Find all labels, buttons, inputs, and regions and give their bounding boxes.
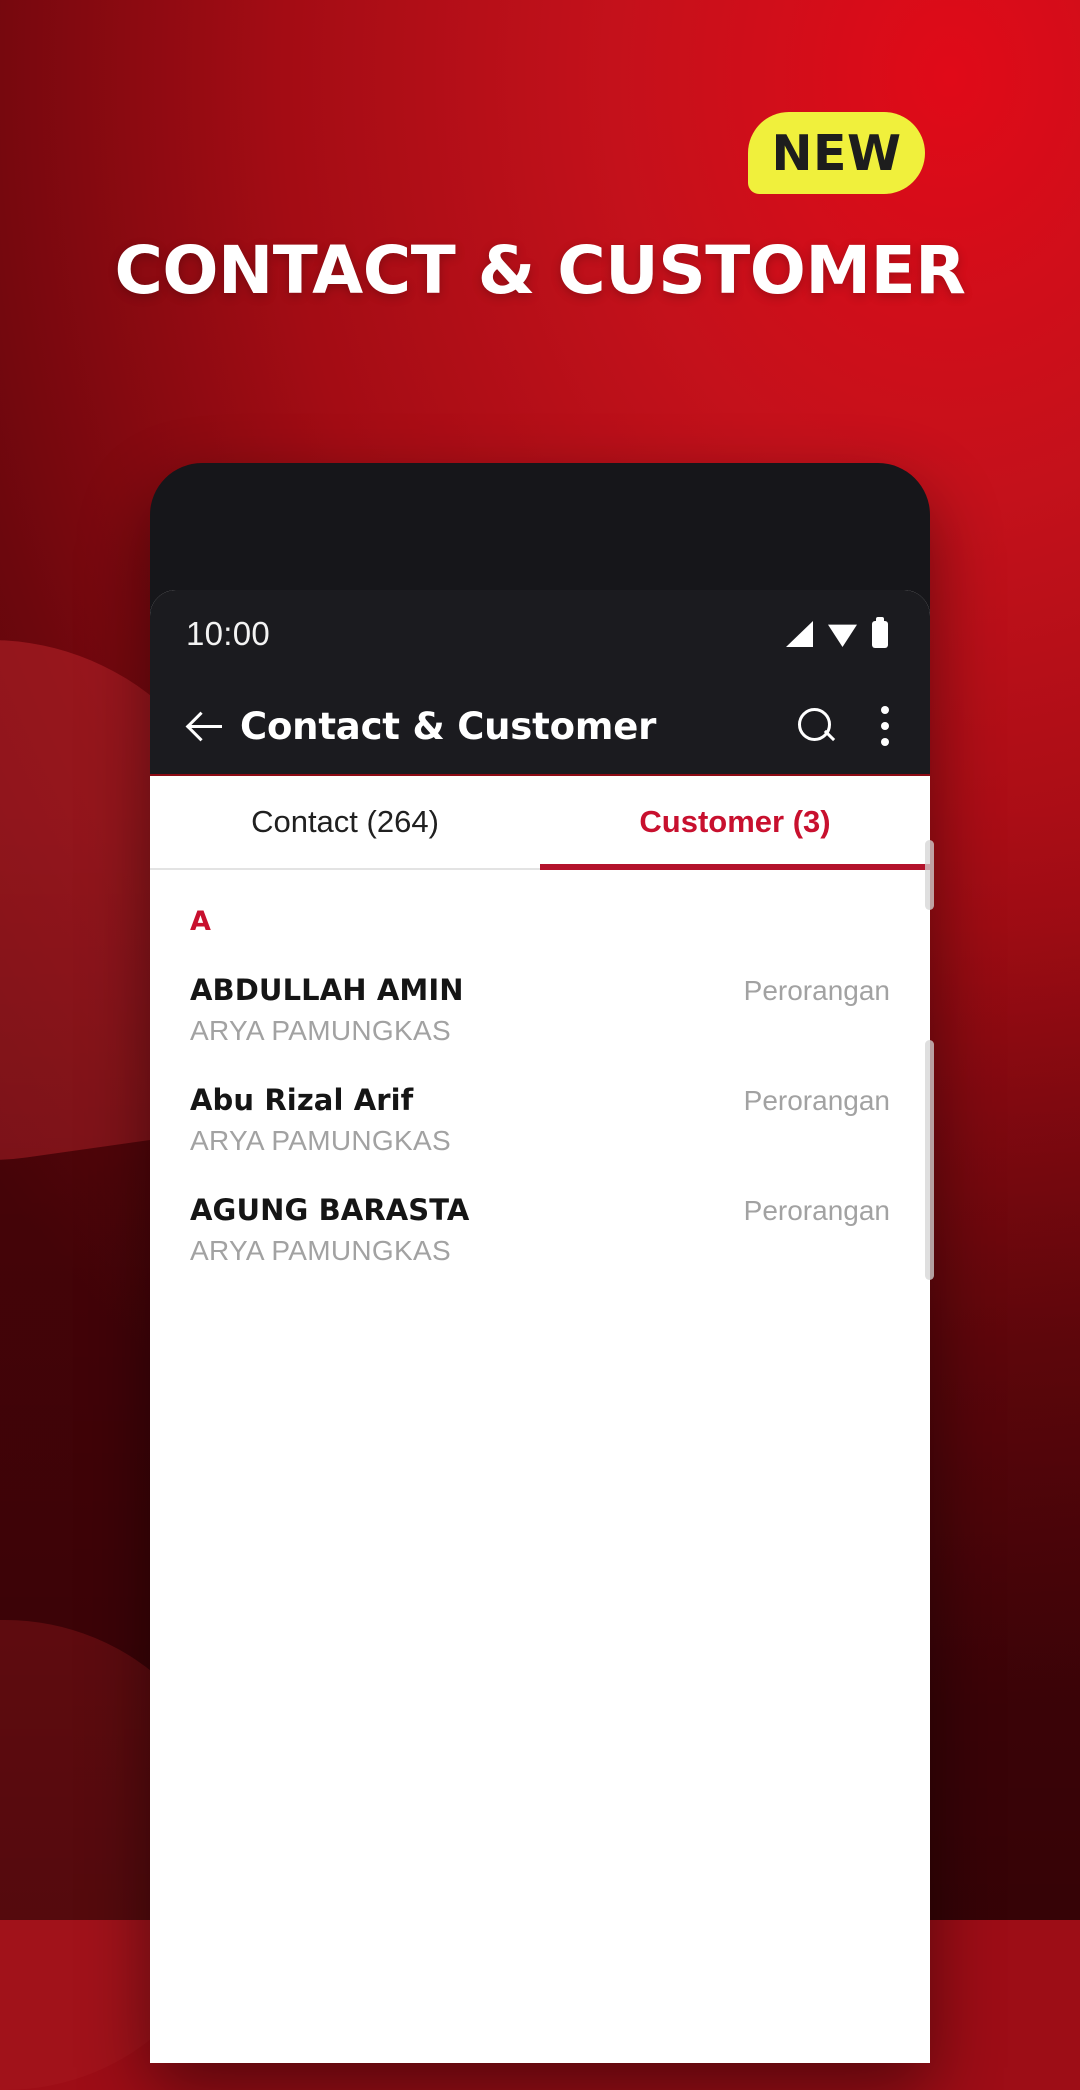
overflow-dot — [881, 738, 889, 746]
list-item-name: AGUNG BARASTA — [190, 1193, 470, 1227]
status-bar: 10:00 — [150, 590, 930, 678]
new-badge-label: NEW — [771, 124, 902, 182]
list-item[interactable]: AGUNG BARASTA ARYA PAMUNGKAS Perorangan — [150, 1179, 930, 1289]
list-item[interactable]: ABDULLAH AMIN ARYA PAMUNGKAS Perorangan — [150, 959, 930, 1069]
list-item-type: Perorangan — [743, 1085, 890, 1116]
customer-list: A ABDULLAH AMIN ARYA PAMUNGKAS Peroranga… — [150, 870, 930, 1289]
tab-bar: Contact (264) Customer (3) — [150, 776, 930, 870]
list-item-text: ABDULLAH AMIN ARYA PAMUNGKAS — [190, 973, 744, 1047]
list-item-type: Perorangan — [743, 1195, 890, 1226]
app-bar: Contact & Customer — [150, 678, 930, 776]
app-bar-actions — [796, 706, 890, 746]
tab-contact[interactable]: Contact (264) — [150, 776, 540, 868]
list-item-subtitle: ARYA PAMUNGKAS — [190, 1235, 451, 1266]
list-item-name: Abu Rizal Arif — [190, 1083, 414, 1117]
list-item-text: AGUNG BARASTA ARYA PAMUNGKAS — [190, 1193, 744, 1267]
phone-volume-button — [925, 1040, 934, 1280]
list-item[interactable]: Abu Rizal Arif ARYA PAMUNGKAS Perorangan — [150, 1069, 930, 1179]
list-item-text: Abu Rizal Arif ARYA PAMUNGKAS — [190, 1083, 744, 1157]
new-badge: NEW — [748, 112, 925, 194]
search-icon[interactable] — [796, 706, 836, 746]
tab-customer[interactable]: Customer (3) — [540, 776, 930, 870]
phone-power-button — [925, 840, 934, 910]
page-title: CONTACT & CUSTOMER — [114, 232, 967, 309]
wifi-icon — [828, 624, 857, 647]
overflow-menu-icon[interactable] — [880, 706, 890, 746]
signal-icon — [786, 621, 813, 647]
battery-icon — [872, 616, 888, 648]
status-icons — [786, 616, 888, 648]
phone-screen: 10:00 Contact & Customer Contact (264) C… — [150, 590, 930, 2063]
phone-mockup: 10:00 Contact & Customer Contact (264) C… — [150, 463, 930, 2063]
status-time: 10:00 — [186, 615, 271, 652]
app-bar-title: Contact & Customer — [240, 704, 657, 748]
overflow-dot — [881, 722, 889, 730]
list-item-type: Perorangan — [743, 975, 890, 1006]
list-item-name: ABDULLAH AMIN — [190, 973, 464, 1007]
list-item-subtitle: ARYA PAMUNGKAS — [190, 1015, 451, 1046]
back-arrow-icon[interactable] — [186, 705, 228, 747]
list-item-subtitle: ARYA PAMUNGKAS — [190, 1125, 451, 1156]
overflow-dot — [881, 706, 889, 714]
list-section-header: A — [190, 906, 211, 937]
